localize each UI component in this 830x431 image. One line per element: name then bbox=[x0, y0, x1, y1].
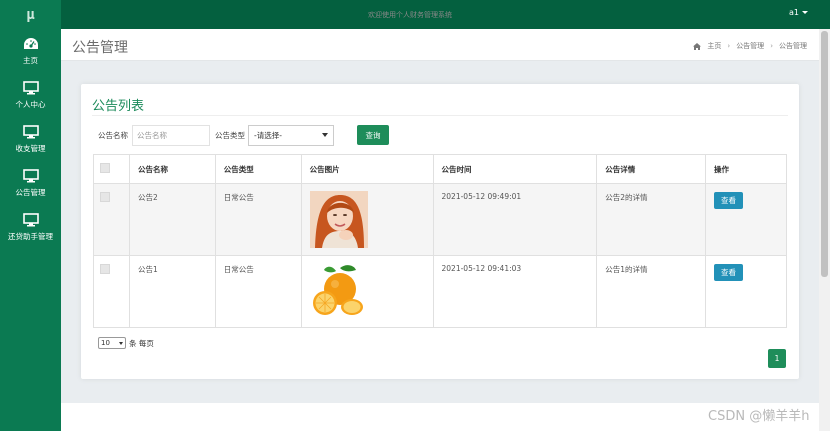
card-title: 公告列表 bbox=[92, 99, 145, 114]
name-filter-label: 公告名称 bbox=[98, 130, 128, 140]
pagination-page-button[interactable]: 1 bbox=[768, 349, 786, 368]
orange-photo bbox=[309, 263, 368, 318]
sidebar-item-label: 公告管理 bbox=[15, 187, 46, 197]
sidebar-item-label: 主页 bbox=[23, 55, 38, 65]
sidebar-item-home[interactable]: 主页 bbox=[0, 29, 61, 73]
action-cell: 查看 bbox=[705, 255, 787, 328]
sidebar-item-loan-helper[interactable]: 还贷助手管理 bbox=[0, 205, 61, 249]
page-header: 公告管理 主页 › 公告管理 › 公告管理 bbox=[61, 29, 819, 61]
notice-table: 公告名称 公告类型 公告图片 公告时间 公告详情 操作 公告2 日常公告 202… bbox=[93, 154, 787, 328]
view-button[interactable]: 查看 bbox=[714, 192, 744, 209]
chevron-down-icon bbox=[119, 341, 123, 345]
monitor-icon bbox=[22, 80, 39, 94]
sidebar: 主页 个人中心 收支管理 公告管理 还贷助手管理 bbox=[0, 29, 61, 431]
row-checkbox[interactable] bbox=[100, 192, 110, 202]
row-checkbox[interactable] bbox=[100, 264, 110, 274]
scrollbar-thumb[interactable] bbox=[821, 31, 828, 277]
sidebar-item-label: 收支管理 bbox=[15, 143, 46, 153]
notice-type-cell: 日常公告 bbox=[214, 183, 302, 256]
view-button[interactable]: 查看 bbox=[714, 264, 744, 281]
row-select-cell bbox=[93, 255, 130, 328]
notice-image-cell bbox=[300, 255, 434, 328]
select-all-cell bbox=[93, 154, 130, 184]
table-header-row: 公告名称 公告类型 公告图片 公告时间 公告详情 操作 bbox=[93, 154, 787, 184]
page-size-suffix: 条 每页 bbox=[129, 338, 154, 348]
page-size-control: 10 条 每页 bbox=[98, 337, 154, 349]
notice-type-cell: 日常公告 bbox=[214, 255, 302, 328]
notice-time-cell: 2021-05-12 09:41:03 bbox=[432, 255, 598, 328]
home-icon bbox=[693, 42, 702, 50]
sidebar-item-label: 个人中心 bbox=[15, 99, 46, 109]
select-value: -请选择- bbox=[254, 130, 282, 140]
divider bbox=[92, 115, 788, 116]
column-header: 操作 bbox=[705, 154, 787, 184]
notice-name-input[interactable]: 公告名称 bbox=[132, 124, 210, 146]
footer-text: 欢迎使用个人财务管理系统 bbox=[368, 11, 452, 19]
chevron-right-icon: › bbox=[770, 42, 773, 50]
table-row: 公告2 日常公告 2021-05-12 09:49:01 公告2的详情 查看 bbox=[93, 183, 787, 256]
portrait-photo bbox=[309, 191, 368, 248]
notice-time-cell: 2021-05-12 09:49:01 bbox=[432, 183, 598, 256]
column-header: 公告图片 bbox=[300, 154, 434, 184]
page-title: 公告管理 bbox=[72, 40, 128, 56]
watermark: CSDN @懒羊羊h bbox=[708, 409, 810, 424]
column-header: 公告时间 bbox=[432, 154, 598, 184]
monitor-icon bbox=[22, 168, 39, 182]
sidebar-item-personal-center[interactable]: 个人中心 bbox=[0, 73, 61, 117]
dashboard-icon bbox=[23, 37, 38, 49]
query-button[interactable]: 查询 bbox=[357, 125, 389, 145]
filter-bar: 公告名称 公告名称 公告类型 -请选择- bbox=[98, 124, 334, 146]
footer bbox=[61, 403, 819, 431]
vertical-scrollbar[interactable] bbox=[819, 29, 830, 431]
breadcrumb-item: 公告管理 bbox=[779, 42, 807, 50]
chevron-right-icon: › bbox=[727, 42, 731, 50]
sidebar-item-label: 还贷助手管理 bbox=[8, 231, 53, 241]
monitor-icon bbox=[22, 124, 39, 138]
breadcrumb: 主页 › 公告管理 › 公告管理 bbox=[693, 41, 807, 51]
page-size-value: 10 bbox=[101, 339, 110, 347]
table-row: 公告1 日常公告 2021-05-12 09:41:03 公告1的详情 查看 bbox=[93, 255, 787, 328]
notice-detail-cell: 公告1的详情 bbox=[596, 255, 707, 328]
page-size-select[interactable]: 10 bbox=[98, 337, 126, 349]
breadcrumb-item[interactable]: 公告管理 bbox=[736, 41, 764, 51]
notice-image-cell bbox=[300, 183, 434, 256]
notice-name-cell: 公告2 bbox=[128, 183, 216, 256]
column-header: 公告详情 bbox=[596, 154, 707, 184]
chevron-down-icon bbox=[322, 133, 328, 137]
sidebar-item-finance[interactable]: 收支管理 bbox=[0, 117, 61, 161]
sidebar-item-notice[interactable]: 公告管理 bbox=[0, 161, 61, 205]
action-cell: 查看 bbox=[705, 183, 787, 256]
breadcrumb-item-home[interactable]: 主页 bbox=[707, 41, 721, 51]
column-header: 公告名称 bbox=[128, 154, 216, 184]
type-filter-label: 公告类型 bbox=[215, 130, 245, 140]
column-header: 公告类型 bbox=[214, 154, 302, 184]
row-select-cell bbox=[93, 183, 130, 256]
notice-detail-cell: 公告2的详情 bbox=[596, 183, 707, 256]
select-all-checkbox[interactable] bbox=[100, 163, 110, 173]
notice-list-card: 公告列表 公告名称 公告名称 公告类型 -请选择- 查询 公告名称 公告类型 公… bbox=[81, 84, 799, 379]
notice-name-cell: 公告1 bbox=[128, 255, 216, 328]
notice-type-select[interactable]: -请选择- bbox=[248, 124, 334, 146]
monitor-icon bbox=[22, 212, 39, 226]
